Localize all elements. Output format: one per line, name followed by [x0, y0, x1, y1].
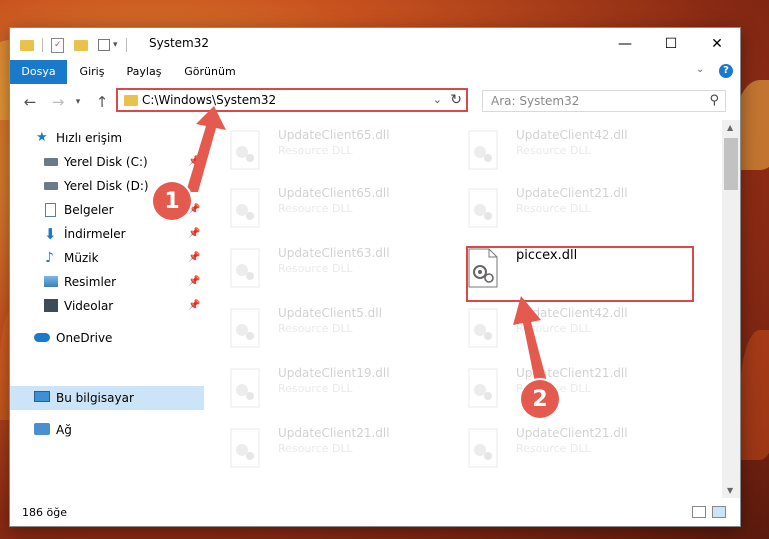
step-marker-2: 2: [521, 380, 559, 418]
annotation-arrows: [186, 106, 547, 382]
arrow-2-icon: [513, 296, 547, 382]
step-marker-1: 1: [153, 182, 191, 220]
arrow-1-icon: [186, 106, 226, 192]
